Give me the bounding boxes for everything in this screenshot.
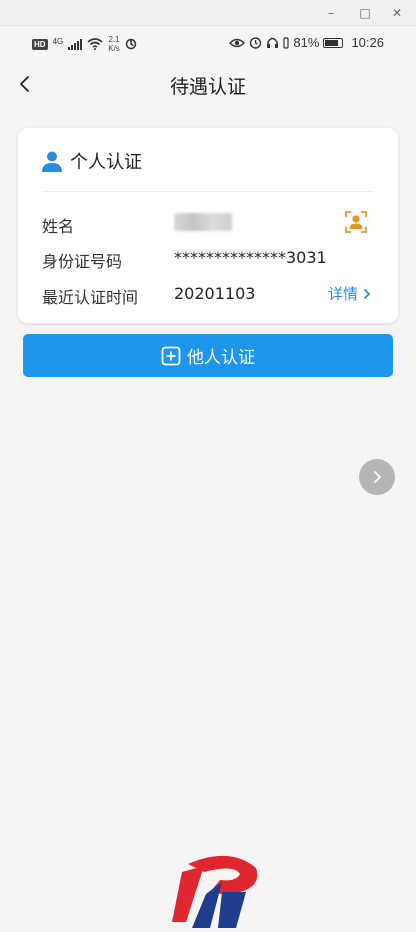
- card-header: 个人认证: [40, 148, 142, 174]
- network-speed: 2.1 K/s: [108, 35, 120, 53]
- network-type: 4G: [52, 36, 64, 46]
- close-button[interactable]: ✕: [388, 4, 406, 22]
- detail-link[interactable]: 详情: [328, 283, 372, 304]
- divider: [42, 191, 374, 192]
- speed-value: 2.1: [108, 35, 120, 44]
- recent-auth-label: 最近认证时间: [42, 288, 139, 307]
- other-person-auth-button[interactable]: 他人认证: [23, 334, 393, 377]
- battery-icon: [323, 37, 344, 48]
- battery-percent: 81%: [293, 35, 320, 50]
- maximize-button[interactable]: □: [356, 4, 374, 22]
- person-icon: [42, 151, 62, 172]
- nav-bar: 待遇认证: [0, 58, 416, 114]
- hd-badge: HD: [32, 38, 48, 50]
- other-person-auth-label: 他人认证: [187, 348, 255, 368]
- recent-auth-value: 20201103: [174, 284, 256, 303]
- name-value-redacted: [174, 213, 232, 231]
- headphones-icon: [267, 37, 279, 48]
- plus-square-icon: [161, 346, 181, 365]
- id-number-value: **************3031: [174, 248, 327, 267]
- chevron-right-icon: [364, 288, 371, 299]
- status-bar: HD 4G 2.1 K/s 81% 10:26: [0, 28, 416, 58]
- window-title-bar: – □ ✕: [0, 0, 416, 26]
- personal-auth-card: 个人认证 姓名 身份证号码 **************3031 最近认证时间 …: [18, 128, 398, 323]
- alarm-icon: [250, 37, 262, 49]
- eye-icon: [229, 38, 246, 47]
- signal-icon: [68, 38, 83, 50]
- vibrate-icon: [283, 36, 290, 49]
- company-logo-icon: [172, 855, 258, 928]
- wifi-icon: [87, 38, 103, 50]
- page-title: 待遇认证: [169, 76, 246, 98]
- id-number-label: 身份证号码: [42, 252, 123, 271]
- speed-unit: K/s: [108, 44, 120, 53]
- chevron-right-icon: [374, 471, 382, 483]
- card-title: 个人认证: [70, 152, 142, 173]
- name-label: 姓名: [42, 217, 75, 236]
- floating-next-button[interactable]: [359, 459, 395, 495]
- detail-link-label: 详情: [327, 285, 358, 303]
- minimize-button[interactable]: –: [322, 4, 340, 22]
- clock: 10:26: [351, 35, 384, 50]
- data-sync-icon: [125, 38, 137, 50]
- face-scan-icon[interactable]: [344, 210, 368, 234]
